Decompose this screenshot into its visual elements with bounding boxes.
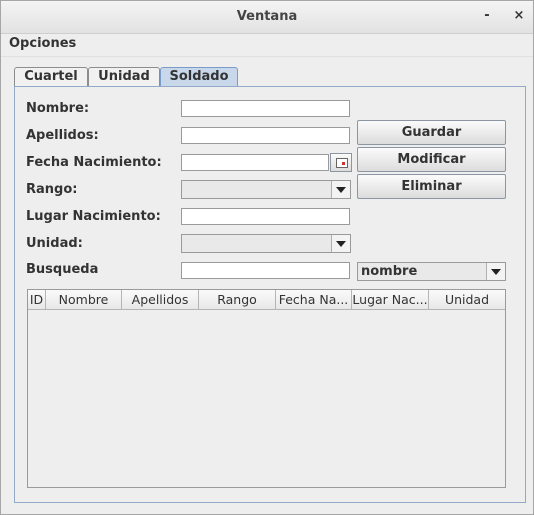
tab-unidad[interactable]: Unidad: [88, 67, 160, 86]
column-header-unidad[interactable]: Unidad: [429, 290, 505, 309]
chevron-down-icon[interactable]: [486, 263, 505, 280]
column-header-rango[interactable]: Rango: [199, 290, 276, 309]
table-header: ID Nombre Apellidos Rango Fecha Na... Lu…: [28, 290, 505, 310]
menu-bar: Opciones: [1, 34, 533, 57]
rango-select[interactable]: [181, 180, 351, 199]
minimize-button[interactable]: -: [478, 7, 496, 25]
column-header-apellidos[interactable]: Apellidos: [122, 290, 199, 309]
nombre-label: Nombre:: [26, 101, 90, 116]
lugar-nacimiento-input[interactable]: [181, 208, 350, 225]
column-header-fecha[interactable]: Fecha Na...: [276, 290, 352, 309]
close-button[interactable]: ×: [510, 7, 528, 25]
menu-opciones[interactable]: Opciones: [9, 36, 76, 51]
eliminar-button[interactable]: Eliminar: [357, 174, 506, 199]
busqueda-field-value: nombre: [361, 264, 418, 279]
apellidos-label: Apellidos:: [26, 128, 99, 143]
soldados-table[interactable]: ID Nombre Apellidos Rango Fecha Na... Lu…: [27, 289, 506, 488]
busqueda-field-select[interactable]: nombre: [357, 262, 506, 281]
calendar-icon: [336, 158, 348, 168]
busqueda-input[interactable]: [181, 262, 350, 279]
title-bar[interactable]: Ventana - ×: [1, 1, 533, 34]
unidad-select[interactable]: [181, 234, 351, 253]
date-picker-button[interactable]: [330, 153, 352, 172]
window-title: Ventana: [236, 9, 298, 24]
apellidos-input[interactable]: [181, 127, 350, 144]
nombre-input[interactable]: [181, 100, 350, 117]
modificar-button[interactable]: Modificar: [357, 147, 506, 172]
app-window: Ventana - × Opciones Cuartel Unidad Sold…: [0, 0, 534, 515]
fecha-nacimiento-input[interactable]: [181, 154, 329, 171]
guardar-button[interactable]: Guardar: [357, 120, 506, 145]
tab-soldado[interactable]: Soldado: [160, 67, 238, 86]
chevron-down-icon[interactable]: [331, 235, 350, 252]
chevron-down-icon[interactable]: [331, 181, 350, 198]
column-header-id[interactable]: ID: [28, 290, 46, 309]
unidad-label: Unidad:: [26, 236, 83, 251]
rango-label: Rango:: [26, 182, 78, 197]
column-header-nombre[interactable]: Nombre: [46, 290, 122, 309]
fecha-nacimiento-label: Fecha Nacimiento:: [26, 155, 162, 170]
busqueda-label: Busqueda: [26, 262, 99, 277]
lugar-nacimiento-label: Lugar Nacimiento:: [26, 209, 161, 224]
column-header-lugar[interactable]: Lugar Nac...: [352, 290, 429, 309]
tab-cuartel[interactable]: Cuartel: [14, 67, 88, 86]
